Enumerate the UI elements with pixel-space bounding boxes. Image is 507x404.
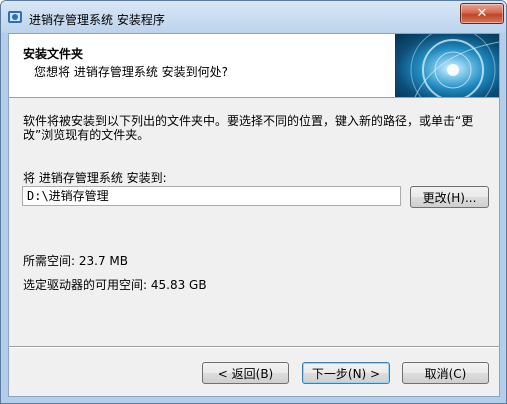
next-button-label: 下一步(N) > (311, 366, 381, 381)
space-required-text: 所需空间: 23.7 MB (23, 254, 128, 268)
back-button-label: < 返回(B) (217, 366, 274, 381)
window-title: 进销存管理系统 安装程序 (29, 13, 165, 27)
footer-divider (9, 346, 499, 348)
disc-image (395, 34, 499, 97)
cancel-button-label: 取消(C) (424, 366, 467, 381)
installer-icon (7, 9, 23, 25)
back-button[interactable]: < 返回(B) (202, 362, 289, 384)
instruction-text: 软件将被安装到以下列出的文件夹中。要选择不同的位置，键入新的路径，或单击“更改”… (23, 114, 474, 142)
dialog-body: 安装文件夹 您想将 进销存管理系统 安装到何处? 软件将被安装到以下列出的文件夹… (8, 33, 500, 397)
install-path-field[interactable]: D:\进销存管理 (22, 186, 401, 206)
close-button[interactable]: ✕ (460, 3, 504, 24)
header-panel: 安装文件夹 您想将 进销存管理系统 安装到何处? (9, 34, 499, 98)
close-icon: ✕ (476, 6, 488, 21)
title-bar[interactable]: 进销存管理系统 安装程序 ✕ (1, 1, 506, 33)
change-folder-label: 更改(H)... (422, 190, 477, 205)
page-subtitle: 您想将 进销存管理系统 安装到何处? (34, 65, 228, 79)
installer-window: 进销存管理系统 安装程序 ✕ 安装文件夹 您想将 进销存管理系统 安装到何处? … (0, 0, 507, 404)
change-folder-button[interactable]: 更改(H)... (410, 186, 489, 208)
next-button[interactable]: 下一步(N) > (302, 362, 390, 384)
space-available-text: 选定驱动器的可用空间: 45.83 GB (23, 278, 207, 292)
cancel-button[interactable]: 取消(C) (402, 362, 489, 384)
page-title: 安装文件夹 (23, 47, 84, 61)
install-location-label: 将 进销存管理系统 安装到: (23, 171, 167, 185)
